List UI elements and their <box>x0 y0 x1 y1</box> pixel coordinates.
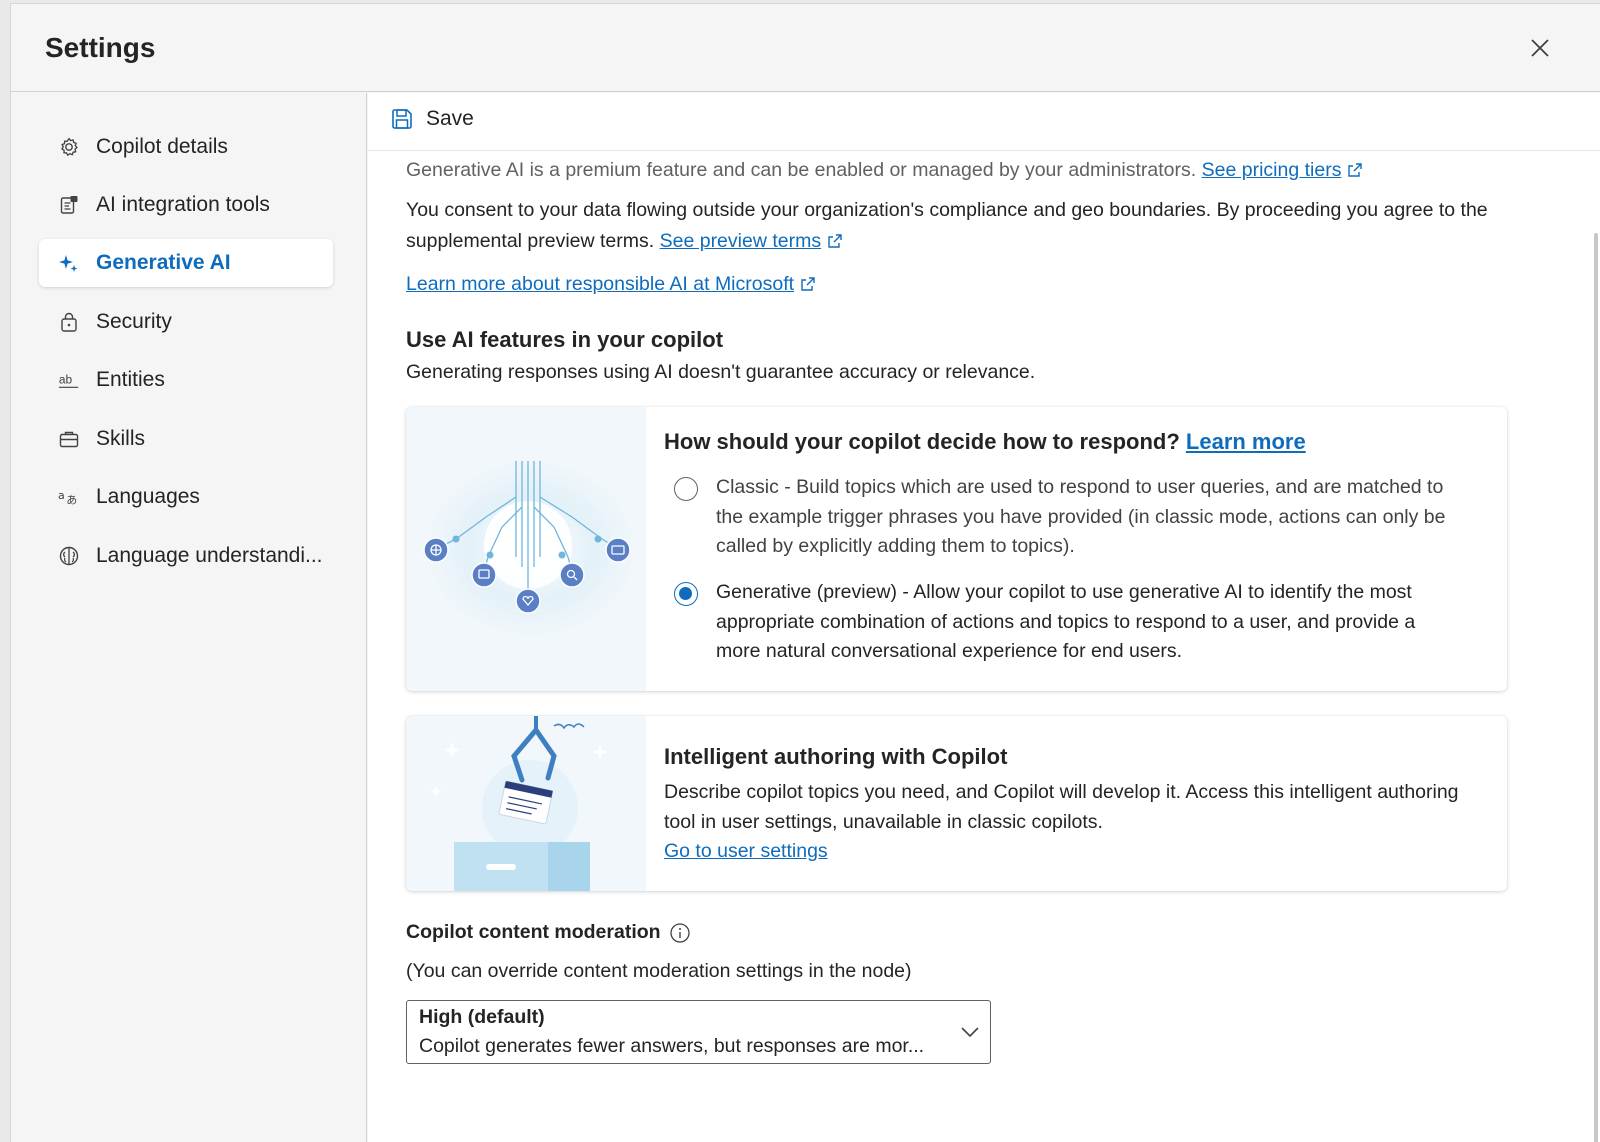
sidebar-item-label: Copilot details <box>96 135 228 158</box>
respond-mode-body: How should your copilot decide how to re… <box>664 429 1477 455</box>
external-link-icon <box>828 234 842 248</box>
lock-icon <box>58 311 80 333</box>
generative-radio[interactable] <box>674 582 698 606</box>
translate-icon: aあ <box>58 486 80 508</box>
info-icon[interactable] <box>669 922 691 944</box>
integration-icon <box>58 194 80 216</box>
settings-main-panel: Save Generative AI is a premium feature … <box>368 93 1600 1142</box>
save-label: Save <box>426 107 474 130</box>
premium-feature-text: Generative AI is a premium feature and c… <box>406 155 1556 185</box>
responsible-ai-row: Learn more about responsible AI at Micro… <box>406 269 816 300</box>
authoring-card-description: Describe copilot topics you need, and Co… <box>664 781 1459 833</box>
intro-text: Generative AI is a premium feature and c… <box>406 159 1197 181</box>
sidebar-item-languages[interactable]: aあ Languages <box>39 473 333 521</box>
brain-icon <box>58 545 80 567</box>
close-icon <box>1531 39 1549 57</box>
dialog-title: Settings <box>45 32 156 63</box>
sidebar-item-label: Skills <box>96 427 146 450</box>
go-to-user-settings-link[interactable]: Go to user settings <box>664 837 828 867</box>
sidebar-item-entities[interactable]: ab Entities <box>39 356 333 404</box>
consent-text-body: You consent to your data flowing outside… <box>406 199 1488 252</box>
sidebar-item-copilot-details[interactable]: Copilot details <box>39 123 333 171</box>
sidebar-item-label: Languages <box>96 485 200 508</box>
briefcase-icon <box>58 428 80 450</box>
settings-sidebar: Copilot details AI integration tools Gen… <box>11 93 367 1142</box>
responsible-ai-link[interactable]: Learn more about responsible AI at Micro… <box>406 273 794 295</box>
authoring-card-body: Intelligent authoring with Copilot Descr… <box>664 744 1477 867</box>
svg-text:ab: ab <box>59 373 73 387</box>
save-button[interactable]: Save <box>390 107 474 131</box>
consent-text: You consent to your data flowing outside… <box>406 195 1506 257</box>
respond-card-title: How should your copilot decide how to re… <box>664 429 1306 454</box>
sparkle-icon <box>58 252 80 274</box>
intelligent-authoring-card: Intelligent authoring with Copilot Descr… <box>406 716 1507 891</box>
dialog-header: Settings <box>11 4 1600 92</box>
sidebar-item-label: Language understandi... <box>96 544 323 567</box>
sidebar-item-language-understanding[interactable]: Language understandi... <box>39 532 333 580</box>
authoring-card-title: Intelligent authoring with Copilot <box>664 744 1008 769</box>
sidebar-item-ai-integration-tools[interactable]: AI integration tools <box>39 181 333 229</box>
learn-more-link[interactable]: Learn more <box>1186 429 1306 454</box>
chevron-down-icon <box>961 1027 979 1038</box>
external-link-icon <box>1348 163 1363 177</box>
content-moderation-label: Copilot content moderation <box>406 921 691 944</box>
sidebar-item-label: Generative AI <box>96 251 231 274</box>
option-classic[interactable]: Classic - Build topics which are used to… <box>674 473 1461 562</box>
generative-option-label: Generative (preview) - Allow your copilo… <box>716 581 1416 662</box>
section-subtitle: Generating responses using AI doesn't gu… <box>406 361 1036 383</box>
svg-text:a: a <box>58 489 65 502</box>
dropdown-selected-value: High (default) <box>419 1006 545 1028</box>
orchestration-illustration <box>406 407 646 691</box>
sidebar-item-security[interactable]: Security <box>39 298 333 346</box>
gear-icon <box>58 136 80 158</box>
classic-radio[interactable] <box>674 477 698 501</box>
save-icon <box>392 109 412 129</box>
settings-dialog: Settings Copilot details AI integration … <box>10 3 1600 1142</box>
see-preview-terms-link[interactable]: See preview terms <box>660 230 821 252</box>
see-pricing-tiers-link[interactable]: See pricing tiers <box>1202 159 1342 181</box>
svg-text:あ: あ <box>66 493 77 506</box>
authoring-illustration <box>406 716 646 891</box>
classic-option-label: Classic - Build topics which are used to… <box>716 476 1446 557</box>
content-moderation-subtitle: (You can override content moderation set… <box>406 960 912 982</box>
sidebar-item-label: AI integration tools <box>96 193 270 216</box>
toolbar: Save <box>368 93 1600 151</box>
sidebar-item-label: Entities <box>96 368 165 391</box>
entity-ab-icon: ab <box>58 369 80 391</box>
respond-mode-card: How should your copilot decide how to re… <box>406 407 1507 691</box>
sidebar-item-skills[interactable]: Skills <box>39 415 333 463</box>
dropdown-selected-description: Copilot generates fewer answers, but res… <box>419 1035 925 1057</box>
scrollbar[interactable] <box>1594 233 1598 1142</box>
external-link-icon <box>801 277 815 291</box>
sidebar-item-generative-ai[interactable]: Generative AI <box>39 239 333 287</box>
content-moderation-dropdown[interactable]: High (default) Copilot generates fewer a… <box>406 1000 991 1064</box>
close-button[interactable] <box>1526 34 1554 62</box>
option-generative[interactable]: Generative (preview) - Allow your copilo… <box>674 578 1461 667</box>
section-title: Use AI features in your copilot <box>406 327 724 352</box>
sidebar-item-label: Security <box>96 310 172 333</box>
